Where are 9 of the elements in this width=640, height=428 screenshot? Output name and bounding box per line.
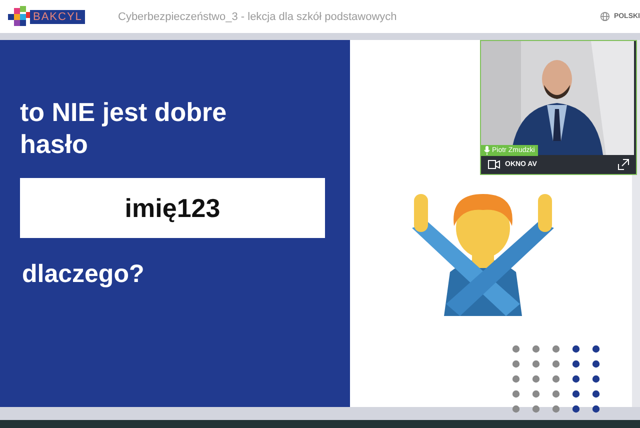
microphone-icon [484, 146, 490, 155]
slide-heading: to NIE jest dobre hasło [20, 96, 228, 160]
globe-icon[interactable] [600, 11, 610, 22]
camera-icon[interactable] [488, 160, 500, 169]
lesson-title: Cyberbezpieczeństwo_3 - lekcja dla szkół podstawowych [118, 10, 398, 22]
expand-icon[interactable] [618, 159, 629, 170]
logo: BAKCYL [8, 6, 114, 28]
slide-question: dlaczego? [22, 260, 146, 289]
password-example: imię123 [20, 178, 325, 238]
